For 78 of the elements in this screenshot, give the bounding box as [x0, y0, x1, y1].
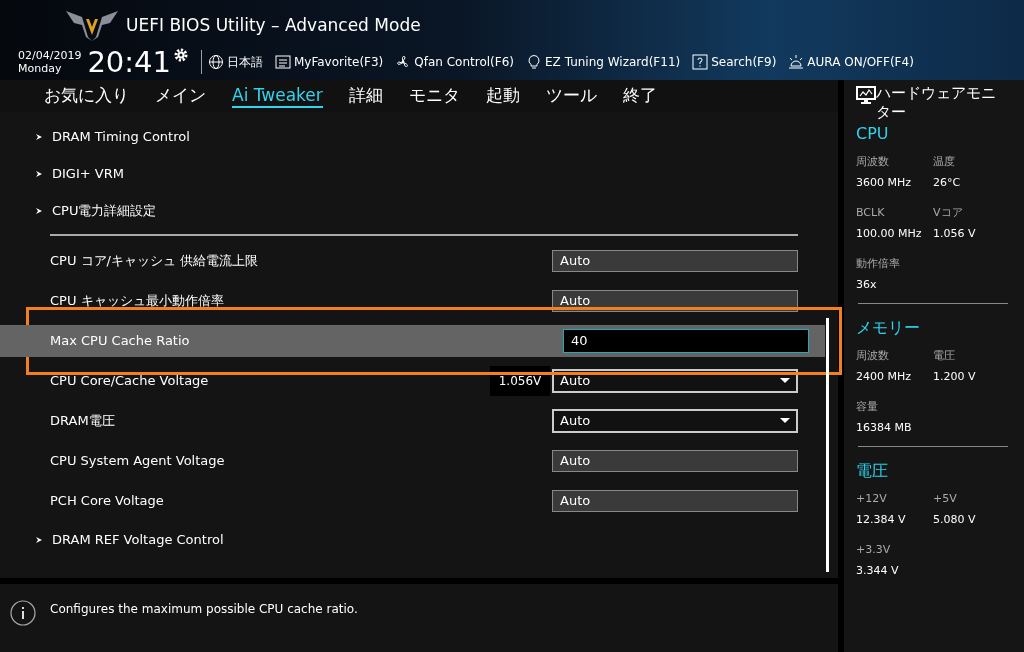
- tab[interactable]: Ai Tweaker: [232, 84, 323, 108]
- value-field[interactable]: Auto: [552, 290, 798, 312]
- scrollbar[interactable]: [826, 318, 829, 572]
- monitor-label: +12V: [856, 491, 888, 507]
- date-text: 02/04/2019: [18, 49, 82, 62]
- sun-icon: [788, 54, 805, 70]
- tab[interactable]: お気に入り: [44, 84, 129, 108]
- monitor-value: 36x: [856, 276, 878, 293]
- monitor-label: 容量: [856, 399, 879, 415]
- help-text: Configures the maximum possible CPU cache ratio.: [50, 601, 358, 618]
- toolbar-button[interactable]: EZ Tuning Wizard(F11): [526, 53, 681, 71]
- info-icon: [10, 600, 36, 626]
- dropdown[interactable]: Auto: [552, 369, 798, 393]
- monitor-value: 3.344 V: [856, 562, 900, 579]
- monitor-label: Vコア: [933, 205, 964, 221]
- setting-label: DRAM電圧: [50, 412, 116, 431]
- dropdown[interactable]: Auto: [552, 409, 798, 433]
- monitor-label: BCLK: [856, 205, 886, 221]
- setting-label: CPU Core/Cache Voltage: [50, 372, 210, 391]
- monitor-value: 16384 MB: [856, 419, 913, 436]
- monitor-value: 5.080 V: [933, 511, 977, 528]
- value-field[interactable]: Auto: [552, 250, 798, 272]
- tab[interactable]: メイン: [155, 84, 206, 108]
- clock-time: 20:41: [87, 47, 171, 77]
- monitor-label: +3.3V: [856, 542, 892, 558]
- section-title: 電圧: [856, 460, 889, 482]
- monitor-label: 電圧: [933, 348, 956, 364]
- list-icon: [275, 54, 291, 70]
- toolbar-button[interactable]: Qfan Control(F6): [395, 53, 515, 71]
- day-text: Monday: [18, 62, 63, 75]
- toolbar-button[interactable]: 日本語: [208, 53, 263, 71]
- value-field[interactable]: Auto: [552, 450, 798, 472]
- monitor-value: 1.200 V: [933, 368, 977, 385]
- settings-icon[interactable]: [173, 47, 189, 63]
- question-icon: [692, 54, 709, 70]
- monitor-value: 26°C: [933, 174, 962, 191]
- monitor-value: 1.056 V: [933, 225, 977, 242]
- value-field[interactable]: Auto: [552, 490, 798, 512]
- monitor-value: 2400 MHz: [856, 368, 913, 385]
- tab[interactable]: 終了: [622, 84, 657, 108]
- caret-icon: [780, 418, 790, 424]
- toolbar-button[interactable]: MyFavorite(F3): [275, 53, 384, 71]
- chevron-icon: [35, 132, 43, 141]
- lightbulb-icon: [526, 54, 543, 70]
- chevron-icon: [35, 206, 43, 215]
- monitor-label: 周波数: [856, 348, 890, 364]
- monitor-value: 100.00 MHz: [856, 225, 923, 242]
- setting-label: CPU コア/キャッシュ 供給電流上限: [50, 252, 260, 271]
- submenu-item[interactable]: CPU電力詳細設定: [0, 192, 828, 229]
- tab[interactable]: モニタ: [408, 84, 460, 108]
- setting-label: PCH Core Voltage: [50, 492, 165, 511]
- setting-label: CPU キャッシュ最小動作倍率: [50, 292, 225, 311]
- monitor-value: 12.384 V: [856, 511, 907, 528]
- monitor-value: 3600 MHz: [856, 174, 913, 191]
- setting-label: CPU System Agent Voltage: [50, 452, 226, 471]
- toolbar-button[interactable]: AURA ON/OFF(F4): [788, 53, 914, 71]
- monitor-label: +5V: [933, 491, 958, 507]
- monitor-label: 動作倍率: [856, 256, 901, 272]
- monitor-label: 温度: [933, 154, 956, 170]
- chevron-icon: [35, 169, 43, 178]
- setting-label: Max CPU Cache Ratio: [50, 332, 191, 351]
- submenu-item[interactable]: DRAM Timing Control: [0, 118, 828, 155]
- section-title: メモリー: [856, 317, 921, 339]
- chevron-icon: [35, 535, 43, 544]
- panel-title: ハードウェアモニター: [876, 84, 997, 122]
- input-field[interactable]: 40: [563, 329, 809, 353]
- caret-icon: [780, 378, 790, 384]
- section-title: CPU: [856, 123, 890, 145]
- submenu-item[interactable]: DRAM REF Voltage Control: [0, 521, 828, 558]
- tab[interactable]: 詳細: [348, 84, 383, 108]
- monitor-label: 周波数: [856, 154, 890, 170]
- tab[interactable]: 起動: [485, 84, 520, 108]
- monitor-icon: [856, 86, 876, 104]
- tab[interactable]: ツール: [545, 84, 597, 108]
- toolbar-button[interactable]: Search(F9): [692, 53, 777, 71]
- submenu-item[interactable]: DIGI+ VRM: [0, 155, 828, 192]
- globe-icon: [208, 54, 224, 70]
- window-title: UEFI BIOS Utility – Advanced Mode: [126, 14, 421, 38]
